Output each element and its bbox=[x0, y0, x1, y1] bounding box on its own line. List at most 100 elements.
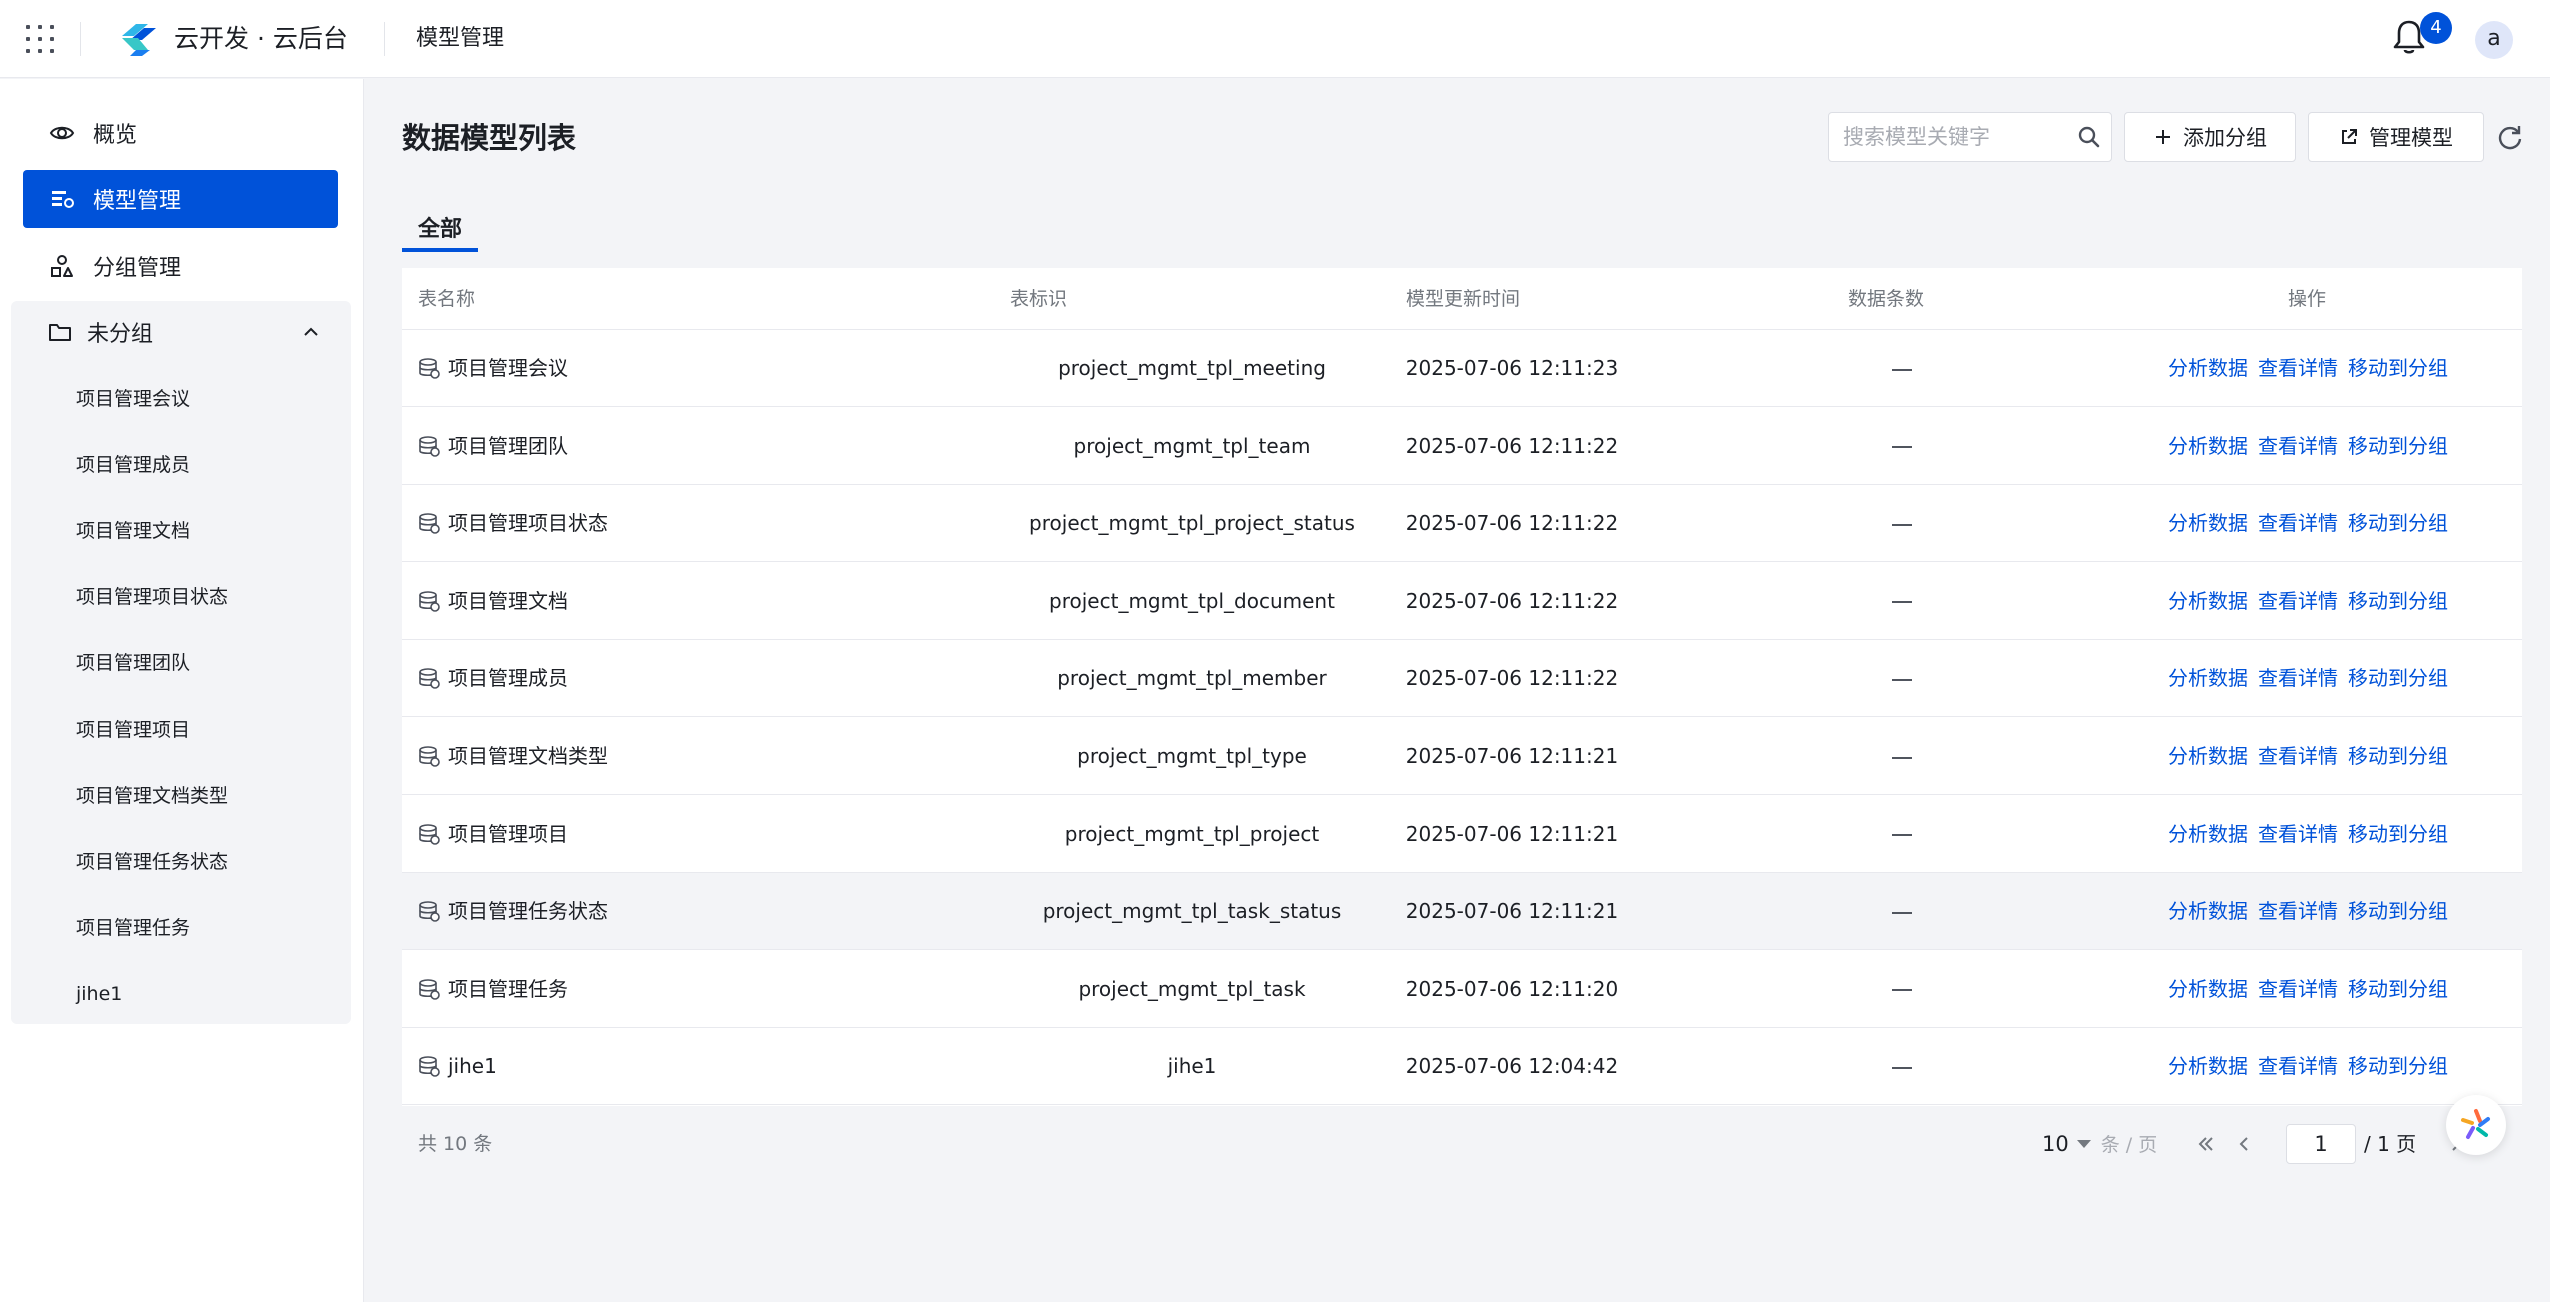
move-to-group-link[interactable]: 移动到分组 bbox=[2348, 666, 2448, 690]
analyze-data-link[interactable]: 分析数据 bbox=[2168, 666, 2248, 690]
move-to-group-link[interactable]: 移动到分组 bbox=[2348, 1054, 2448, 1078]
view-details-link[interactable]: 查看详情 bbox=[2258, 666, 2338, 690]
sidebar-item-label: 概览 bbox=[93, 123, 138, 148]
ungrouped-toggle[interactable]: 未分组 bbox=[11, 301, 351, 363]
move-to-group-link[interactable]: 移动到分组 bbox=[2348, 977, 2448, 1001]
table-cell-name: 项目管理项目 bbox=[448, 821, 568, 846]
ungrouped-item[interactable]: 项目管理文档 bbox=[11, 503, 351, 559]
manage-model-label: 管理模型 bbox=[2369, 126, 2453, 150]
table-row[interactable]: 项目管理任务状态 project_mgmt_tpl_task_status 2025… bbox=[402, 873, 2522, 951]
refresh-icon[interactable] bbox=[2496, 123, 2524, 151]
table-row[interactable]: 项目管理团队 project_mgmt_tpl_team 2025-07-06 12… bbox=[402, 408, 2522, 485]
search-input[interactable] bbox=[1829, 113, 2069, 161]
move-to-group-link[interactable]: 移动到分组 bbox=[2348, 356, 2448, 380]
ungrouped-item[interactable]: 项目管理项目 bbox=[11, 702, 351, 758]
move-to-group-link[interactable]: 移动到分组 bbox=[2348, 822, 2448, 846]
table-row[interactable]: 项目管理项目 project_mgmt_tpl_project 2025-07-06… bbox=[402, 796, 2522, 873]
ungrouped-item[interactable]: 项目管理任务 bbox=[11, 900, 351, 956]
ungrouped-item[interactable]: 项目管理文档类型 bbox=[11, 768, 351, 824]
view-details-link[interactable]: 查看详情 bbox=[2258, 356, 2338, 380]
search-box bbox=[1828, 112, 2112, 162]
search-icon[interactable] bbox=[2077, 125, 2101, 149]
table-row[interactable]: 项目管理会议 project_mgmt_tpl_meeting 2025-07-06… bbox=[402, 330, 2522, 407]
manage-model-button[interactable]: 管理模型 bbox=[2308, 112, 2484, 162]
view-details-link[interactable]: 查看详情 bbox=[2258, 744, 2338, 768]
ungrouped-item[interactable]: 项目管理任务状态 bbox=[11, 834, 351, 890]
table-row[interactable]: jihe1 jihe1 2025-07-06 12:04:42 分析数据 查看详情 移动到… bbox=[402, 1028, 2522, 1106]
breadcrumb: 模型管理 bbox=[416, 26, 505, 51]
ai-assistant-button[interactable] bbox=[2446, 1095, 2506, 1155]
add-group-button[interactable]: 添加分组 bbox=[2124, 112, 2296, 162]
table-row[interactable]: 项目管理任务 project_mgmt_tpl_task 2025-07-06 12… bbox=[402, 951, 2522, 1028]
move-to-group-link[interactable]: 移动到分组 bbox=[2348, 899, 2448, 923]
prev-page-icon[interactable] bbox=[2230, 1130, 2258, 1158]
analyze-data-link[interactable]: 分析数据 bbox=[2168, 744, 2248, 768]
table-row[interactable]: 项目管理项目状态 project_mgmt_tpl_project_status 2… bbox=[402, 485, 2522, 563]
analyze-data-link[interactable]: 分析数据 bbox=[2168, 511, 2248, 535]
database-icon bbox=[419, 435, 440, 457]
sidebar-item-model-management[interactable]: 模型管理 bbox=[23, 170, 338, 228]
apps-grid-icon[interactable] bbox=[26, 25, 54, 53]
divider bbox=[80, 22, 81, 56]
database-icon bbox=[419, 668, 440, 690]
move-to-group-link[interactable]: 移动到分组 bbox=[2348, 511, 2448, 535]
database-icon bbox=[419, 978, 440, 1000]
column-header-updated: 模型更新时间 bbox=[1406, 288, 1521, 310]
view-details-link[interactable]: 查看详情 bbox=[2258, 511, 2338, 535]
analyze-data-link[interactable]: 分析数据 bbox=[2168, 356, 2248, 380]
avatar[interactable]: a bbox=[2475, 21, 2513, 59]
analyze-data-link[interactable]: 分析数据 bbox=[2168, 1054, 2248, 1078]
ungrouped-item[interactable]: jihe1 bbox=[11, 966, 351, 1022]
analyze-data-link[interactable]: 分析数据 bbox=[2168, 977, 2248, 1001]
move-to-group-link[interactable]: 移动到分组 bbox=[2348, 744, 2448, 768]
view-details-link[interactable]: 查看详情 bbox=[2258, 899, 2338, 923]
tab-all[interactable]: 全部 bbox=[402, 210, 478, 252]
ungrouped-item[interactable]: 项目管理团队 bbox=[11, 635, 351, 691]
analyze-data-link[interactable]: 分析数据 bbox=[2168, 434, 2248, 458]
view-details-link[interactable]: 查看详情 bbox=[2258, 977, 2338, 1001]
move-to-group-link[interactable]: 移动到分组 bbox=[2348, 434, 2448, 458]
first-page-icon[interactable] bbox=[2192, 1130, 2220, 1158]
page-size-unit: 条 / 页 bbox=[2100, 1134, 2158, 1156]
sidebar-item-label: 分组管理 bbox=[93, 256, 182, 281]
analyze-data-link[interactable]: 分析数据 bbox=[2168, 822, 2248, 846]
table-cell-count bbox=[1782, 408, 2022, 485]
table-row[interactable]: 项目管理成员 project_mgmt_tpl_member 2025-07-06 … bbox=[402, 640, 2522, 718]
view-details-link[interactable]: 查看详情 bbox=[2258, 822, 2338, 846]
table-cell-name: 项目管理成员 bbox=[448, 666, 568, 691]
add-group-label: 添加分组 bbox=[2183, 126, 2267, 150]
database-icon bbox=[419, 358, 440, 379]
table-row[interactable]: 项目管理文档 project_mgmt_tpl_document 2025-07-0… bbox=[402, 563, 2522, 640]
sidebar-item-overview[interactable]: 概览 bbox=[23, 104, 338, 162]
table-cell-actions: 分析数据 查看详情 移动到分组 bbox=[2168, 1028, 2458, 1105]
empty-value-dash bbox=[1892, 601, 1912, 604]
empty-value-dash bbox=[1892, 446, 1912, 449]
move-to-group-link[interactable]: 移动到分组 bbox=[2348, 589, 2448, 613]
page-number-input[interactable] bbox=[2286, 1124, 2356, 1164]
ungrouped-item[interactable]: 项目管理项目状态 bbox=[11, 569, 351, 625]
analyze-data-link[interactable]: 分析数据 bbox=[2168, 899, 2248, 923]
view-details-link[interactable]: 查看详情 bbox=[2258, 434, 2338, 458]
model-list-icon bbox=[52, 191, 74, 208]
table-cell-count bbox=[1782, 796, 2022, 873]
tab-active-indicator bbox=[402, 248, 478, 252]
ungrouped-item[interactable]: 项目管理成员 bbox=[11, 437, 351, 493]
empty-value-dash bbox=[1892, 756, 1912, 759]
view-details-link[interactable]: 查看详情 bbox=[2258, 1054, 2338, 1078]
table-cell-count bbox=[1782, 330, 2022, 407]
table-row[interactable]: 项目管理文档类型 project_mgmt_tpl_type 2025-07-06 … bbox=[402, 718, 2522, 795]
group-shapes-icon bbox=[51, 255, 73, 277]
table-cell-actions: 分析数据 查看详情 移动到分组 bbox=[2168, 873, 2458, 950]
column-header-name: 表名称 bbox=[418, 288, 476, 310]
table-cell-updated: 2025-07-06 12:11:21 bbox=[1405, 899, 1619, 924]
analyze-data-link[interactable]: 分析数据 bbox=[2168, 589, 2248, 613]
table-cell-actions: 分析数据 查看详情 移动到分组 bbox=[2168, 408, 2458, 485]
table-cell-count bbox=[1782, 873, 2022, 950]
page-size-select[interactable]: 10 条 / 页 bbox=[2042, 1106, 2157, 1183]
sidebar-item-group-management[interactable]: 分组管理 bbox=[23, 237, 338, 295]
ungrouped-item[interactable]: 项目管理会议 bbox=[11, 371, 351, 427]
table-cell-count bbox=[1782, 640, 2022, 717]
ungrouped-section: 未分组 项目管理会议 项目管理成员 项目管理文档 项目管理项目状态 项目管理团队… bbox=[11, 301, 351, 1024]
table-cell-updated: 2025-07-06 12:11:23 bbox=[1405, 356, 1619, 380]
view-details-link[interactable]: 查看详情 bbox=[2258, 589, 2338, 613]
